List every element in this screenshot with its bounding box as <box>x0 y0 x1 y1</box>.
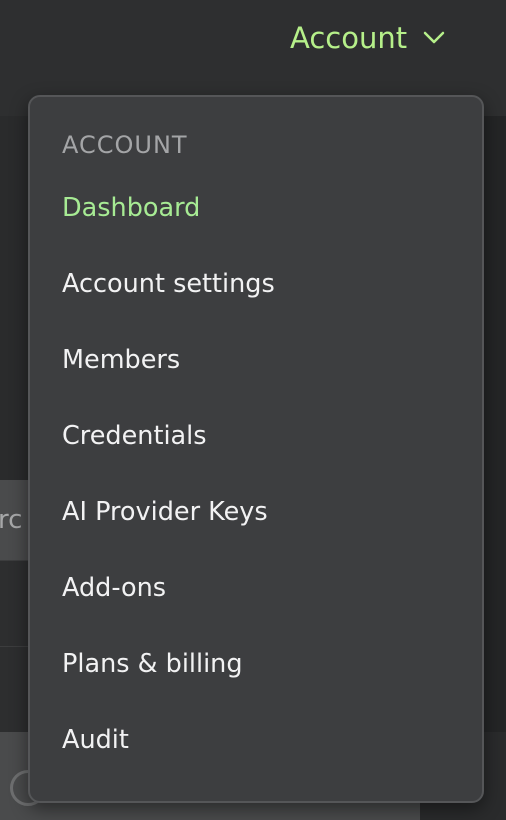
menu-item-audit[interactable]: Audit <box>30 705 482 781</box>
menu-item-credentials[interactable]: Credentials <box>30 401 482 477</box>
menu-list: Dashboard Account settings Members Crede… <box>30 173 482 781</box>
menu-heading: ACCOUNT <box>62 131 188 159</box>
account-menu-button[interactable]: Account <box>290 18 445 58</box>
background-search-text: rc <box>0 505 23 535</box>
menu-item-add-ons[interactable]: Add-ons <box>30 553 482 629</box>
account-label: Account <box>290 21 408 55</box>
menu-item-account-settings[interactable]: Account settings <box>30 249 482 325</box>
account-dropdown-menu: ACCOUNT Dashboard Account settings Membe… <box>28 95 484 803</box>
menu-item-members[interactable]: Members <box>30 325 482 401</box>
menu-item-plans-billing[interactable]: Plans & billing <box>30 629 482 705</box>
chevron-down-icon <box>423 31 445 44</box>
menu-item-dashboard[interactable]: Dashboard <box>30 173 482 249</box>
menu-item-ai-provider-keys[interactable]: AI Provider Keys <box>30 477 482 553</box>
